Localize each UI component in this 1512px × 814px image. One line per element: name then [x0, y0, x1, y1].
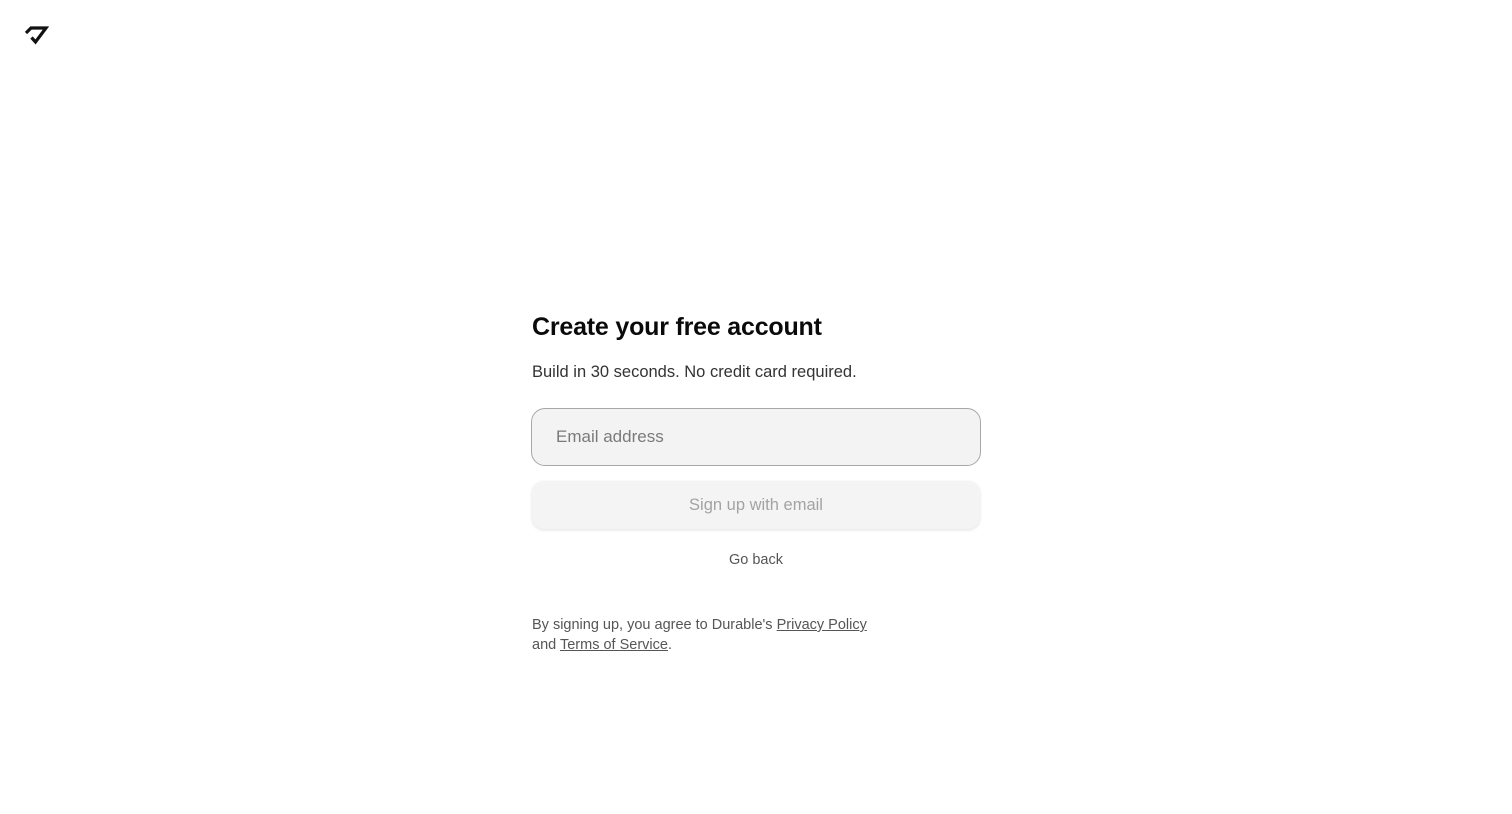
- page-title: Create your free account: [532, 313, 822, 341]
- page-subtitle: Build in 30 seconds. No credit card requ…: [532, 363, 857, 381]
- durable-logo-icon[interactable]: [23, 25, 49, 47]
- signup-form: Create your free account Build in 30 sec…: [531, 310, 981, 655]
- go-back-link[interactable]: Go back: [723, 551, 789, 569]
- terms-of-service-link[interactable]: Terms of Service: [560, 637, 668, 653]
- legal-middle: and: [532, 637, 560, 653]
- legal-prefix: By signing up, you agree to Durable's: [532, 617, 777, 633]
- privacy-policy-link[interactable]: Privacy Policy: [777, 617, 867, 633]
- legal-suffix: .: [667, 637, 672, 653]
- legal-notice: By signing up, you agree to Durable's Pr…: [532, 615, 892, 655]
- signup-page: Create your free account Build in 30 sec…: [0, 0, 1512, 814]
- signup-with-email-button[interactable]: Sign up with email: [532, 481, 980, 529]
- email-field[interactable]: [531, 408, 981, 466]
